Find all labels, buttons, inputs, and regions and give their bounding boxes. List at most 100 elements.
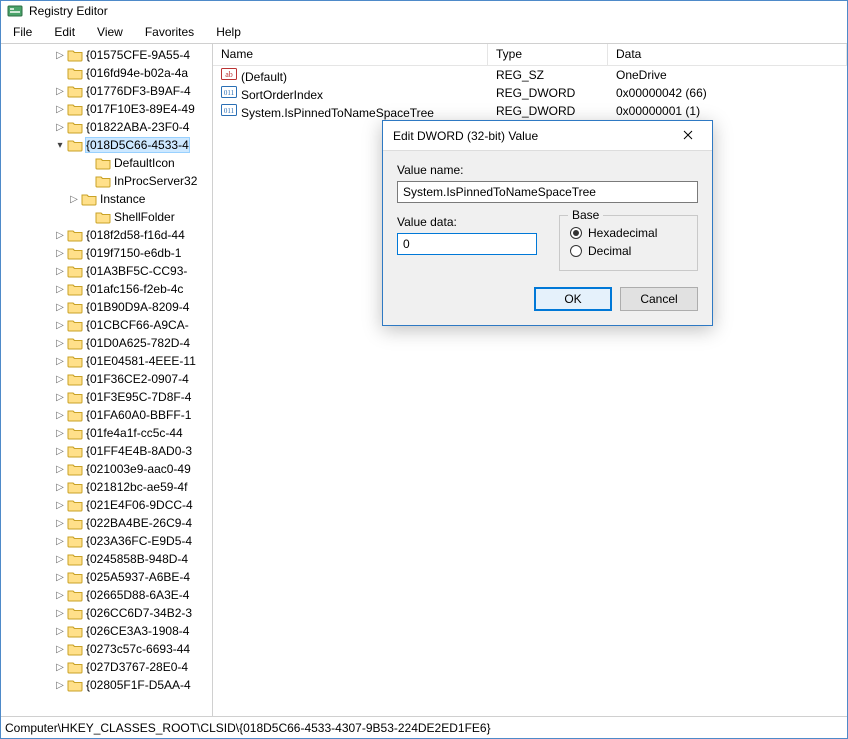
tree-node[interactable]: ▷{025A5937-A6BE-4 [1,568,212,586]
tree-node[interactable]: ▷ {021E4F06-9DCC-4 [1,496,212,514]
chevron-right-icon[interactable]: ▷ [53,84,67,98]
chevron-right-icon[interactable]: ▷ [53,228,67,242]
tree-node[interactable]: ▷{01F3E95C-7D8F-4 [1,388,212,406]
binary-value-icon: 011 [221,85,237,99]
col-header-name[interactable]: Name [213,44,488,65]
tree-node[interactable]: ▷{01F36CE2-0907-4 [1,370,212,388]
tree-node[interactable]: ▷{022BA4BE-26C9-4 [1,514,212,532]
chevron-right-icon[interactable]: ▷ [53,624,67,638]
tree-node[interactable]: ▷{01822ABA-23F0-4 [1,118,212,136]
folder-icon [67,66,83,80]
folder-icon [67,480,83,494]
tree-node[interactable]: ▷{0273c57c-6693-44 [1,640,212,658]
tree-pane[interactable]: ▷{01575CFE-9A55-4{016fd94e-b02a-4a▷{0177… [1,44,213,716]
chevron-right-icon[interactable]: ▷ [53,372,67,386]
input-value-data[interactable] [397,233,537,255]
col-header-data[interactable]: Data [608,44,847,65]
tree-label: {021E4F06-9DCC-4 [86,498,193,512]
tree-node[interactable]: ▷ {026CC6D7-34B2-3 [1,604,212,622]
tree-node[interactable]: ▷{01CBCF66-A9CA- [1,316,212,334]
radio-hex[interactable]: Hexadecimal [570,226,687,240]
chevron-right-icon[interactable]: ▷ [53,516,67,530]
chevron-right-icon[interactable]: ▷ [53,264,67,278]
chevron-right-icon[interactable]: ▷ [53,300,67,314]
chevron-right-icon[interactable]: ▷ [53,552,67,566]
chevron-right-icon[interactable]: ▷ [53,102,67,116]
tree-node[interactable]: ▷Instance [1,190,212,208]
chevron-right-icon[interactable]: ▷ [53,462,67,476]
chevron-right-icon[interactable]: ▷ [53,444,67,458]
tree-node[interactable]: ▷{01FA60A0-BBFF-1 [1,406,212,424]
tree-node[interactable]: DefaultIcon [1,154,212,172]
ok-button[interactable]: OK [534,287,612,311]
tree-node[interactable]: ▷{026CE3A3-1908-4 [1,622,212,640]
chevron-down-icon[interactable]: ▾ [53,138,67,152]
chevron-right-icon[interactable]: ▷ [53,282,67,296]
chevron-right-icon[interactable]: ▷ [53,120,67,134]
menu-edit[interactable]: Edit [44,23,85,41]
chevron-right-icon[interactable]: ▷ [53,390,67,404]
tree-node[interactable]: ▷{019f7150-e6db-1 [1,244,212,262]
chevron-right-icon[interactable]: ▷ [53,660,67,674]
chevron-right-icon[interactable]: ▷ [53,408,67,422]
folder-icon [67,84,83,98]
chevron-right-icon[interactable]: ▷ [53,246,67,260]
tree-node[interactable]: ▷{01fe4a1f-cc5c-44 [1,424,212,442]
radio-dec[interactable]: Decimal [570,244,687,258]
chevron-right-icon[interactable]: ▷ [53,318,67,332]
menu-favorites[interactable]: Favorites [135,23,204,41]
list-row[interactable]: 011System.IsPinnedToNameSpaceTreeREG_DWO… [213,102,847,120]
input-value-name[interactable] [397,181,698,203]
menu-help[interactable]: Help [206,23,251,41]
menu-view[interactable]: View [87,23,133,41]
chevron-right-icon[interactable]: ▷ [53,354,67,368]
chevron-right-icon[interactable]: ▷ [53,498,67,512]
tree-node[interactable]: ▷{01FF4E4B-8AD0-3 [1,442,212,460]
tree-label: {027D3767-28E0-4 [86,660,188,674]
tree-node[interactable]: ▷{02665D88-6A3E-4 [1,586,212,604]
chevron-right-icon[interactable]: ▷ [53,480,67,494]
tree-node[interactable]: {016fd94e-b02a-4a [1,64,212,82]
tree-node[interactable]: ▷{01afc156-f2eb-4c [1,280,212,298]
tree-node[interactable]: ▷{01B90D9A-8209-4 [1,298,212,316]
tree-node[interactable]: ▷{023A36FC-E9D5-4 [1,532,212,550]
tree-label: {026CC6D7-34B2-3 [86,606,192,620]
tree-node[interactable]: ▷{01D0A625-782D-4 [1,334,212,352]
chevron-right-icon[interactable]: ▷ [53,48,67,62]
dialog-titlebar[interactable]: Edit DWORD (32-bit) Value [383,121,712,151]
tree-node[interactable]: ▷{01E04581-4EEE-11 [1,352,212,370]
registry-editor-window: Registry Editor File Edit View Favorites… [0,0,848,739]
folder-icon [95,210,111,224]
tree-node[interactable]: ▷{01A3BF5C-CC93- [1,262,212,280]
tree-node[interactable]: ▾{018D5C66-4533-4 [1,136,212,154]
menu-file[interactable]: File [3,23,42,41]
chevron-right-icon[interactable]: ▷ [53,606,67,620]
tree-node[interactable]: InProcServer32 [1,172,212,190]
radio-dot-icon [570,245,582,257]
chevron-right-icon[interactable]: ▷ [53,678,67,692]
list-row[interactable]: ab(Default)REG_SZOneDrive [213,66,847,84]
tree-node[interactable]: ▷{01575CFE-9A55-4 [1,46,212,64]
cancel-button[interactable]: Cancel [620,287,698,311]
tree-node[interactable]: ▷ {027D3767-28E0-4 [1,658,212,676]
chevron-right-icon[interactable]: ▷ [53,588,67,602]
chevron-right-icon[interactable]: ▷ [53,336,67,350]
chevron-right-icon[interactable]: ▷ [53,534,67,548]
tree-node[interactable]: ▷{0245858B-948D-4 [1,550,212,568]
tree-node[interactable]: ▷{018f2d58-f16d-44 [1,226,212,244]
tree-node[interactable]: ▷{021812bc-ae59-4f [1,478,212,496]
chevron-right-icon[interactable]: ▷ [53,642,67,656]
tree-node[interactable]: ▷{021003e9-aac0-49 [1,460,212,478]
col-header-type[interactable]: Type [488,44,608,65]
chevron-right-icon[interactable]: ▷ [53,426,67,440]
list-row[interactable]: 011SortOrderIndexREG_DWORD0x00000042 (66… [213,84,847,102]
tree-node[interactable]: ▷{01776DF3-B9AF-4 [1,82,212,100]
dialog-close-button[interactable] [674,126,702,146]
tree-node[interactable]: ShellFolder [1,208,212,226]
tree-node[interactable]: ▷{02805F1F-D5AA-4 [1,676,212,694]
svg-text:011: 011 [224,89,235,97]
chevron-right-icon[interactable]: ▷ [67,192,81,206]
chevron-right-icon[interactable]: ▷ [53,570,67,584]
folder-icon [67,390,83,404]
tree-node[interactable]: ▷{017F10E3-89E4-49 [1,100,212,118]
